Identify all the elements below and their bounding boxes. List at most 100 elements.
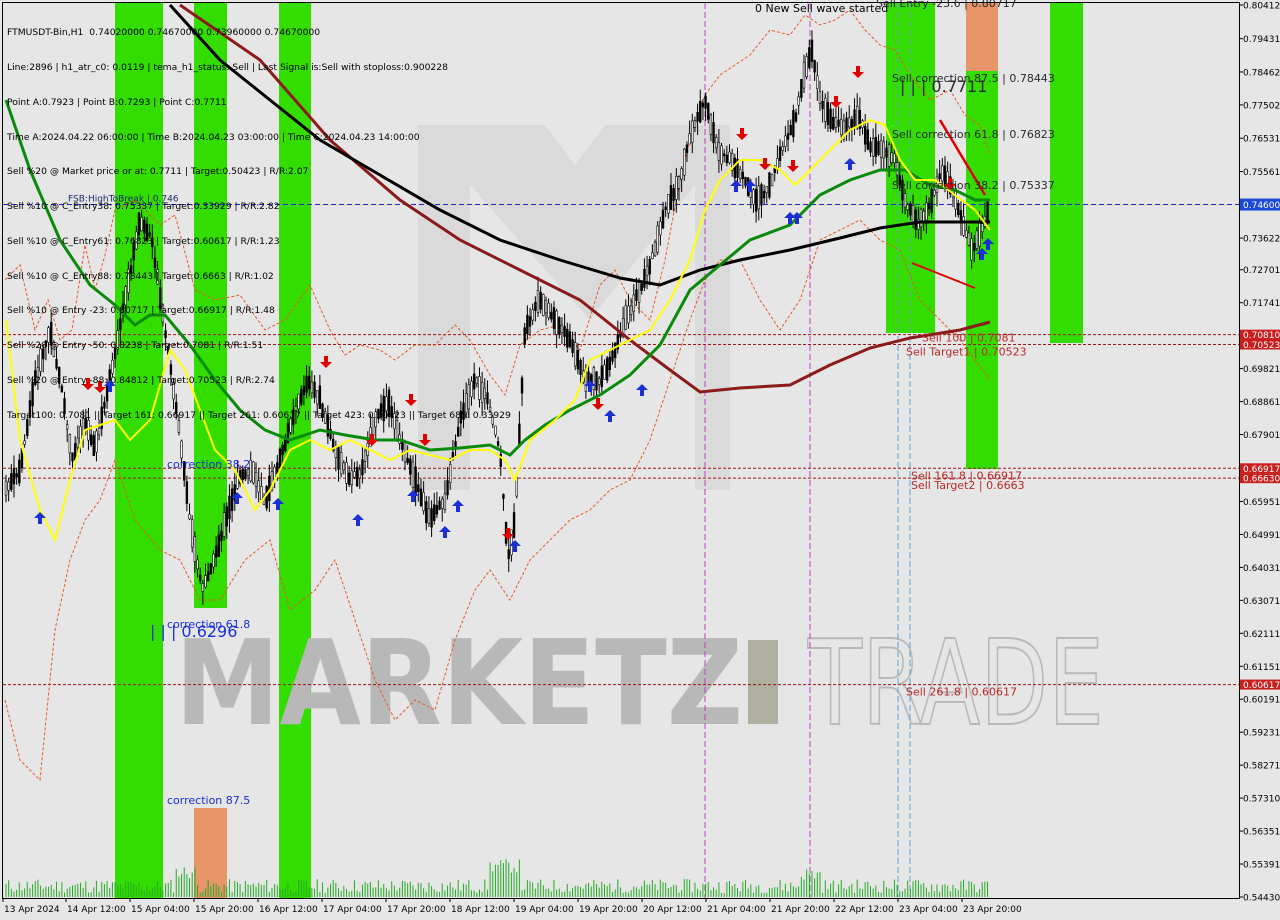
time-tick-label: 19 Apr 20:00 — [579, 905, 638, 915]
candle-body — [188, 513, 191, 520]
candle-body — [552, 307, 556, 329]
candle-body — [840, 119, 843, 136]
info-line: Sell %20 @ Entry -88: 0.84812 | Target:0… — [7, 375, 275, 386]
candle-body — [531, 309, 534, 321]
price-tick-label: 0.61151 — [1243, 663, 1280, 673]
candle-body — [592, 367, 596, 390]
candle-body — [645, 265, 649, 276]
sell-target2-label: Sell Target2 | 0.6663 — [911, 479, 1025, 492]
candle-body — [225, 506, 228, 527]
candle-body — [528, 316, 532, 327]
candle-body — [981, 223, 984, 233]
candle-body — [18, 459, 21, 484]
candle-body — [512, 512, 516, 538]
candle-body — [339, 452, 343, 475]
candle-body — [4, 480, 8, 496]
info-line: Time A:2024.04.22 06:00:00 | Time B:2024… — [7, 131, 420, 143]
candle-body — [196, 559, 199, 570]
candle-body — [260, 485, 263, 500]
candle-body — [568, 331, 572, 348]
sell-100-label: Sell 100 | 0.7081 — [922, 332, 1016, 345]
candle-body — [659, 221, 662, 236]
candle-body — [701, 102, 705, 108]
candle-body — [576, 350, 580, 370]
candle-body — [770, 173, 774, 187]
price-tick-label: 0.54430 — [1243, 894, 1280, 904]
candle-body — [675, 175, 678, 200]
candle-body — [808, 47, 811, 69]
candle-body — [664, 206, 667, 210]
candle-body — [741, 171, 745, 180]
candle-body — [555, 310, 558, 335]
candle-body — [350, 470, 353, 486]
candle-body — [71, 452, 74, 462]
candle-body — [558, 317, 561, 335]
time-tick-label: 23 Apr 04:00 — [899, 905, 958, 915]
price-tick-label: 0.57310 — [1243, 795, 1280, 805]
time-tick-label: 22 Apr 12:00 — [835, 905, 894, 915]
candle-body — [560, 324, 564, 334]
candle-body — [909, 203, 912, 216]
price-tick-label: 0.62111 — [1243, 630, 1280, 640]
candle-body — [965, 230, 968, 238]
candle-body — [962, 216, 965, 236]
candle-body — [613, 342, 617, 359]
candle-body — [523, 327, 526, 345]
watermark-divider — [748, 640, 778, 724]
candle-body — [446, 480, 449, 496]
candle-body — [204, 575, 207, 588]
candle-body — [411, 461, 415, 488]
candle-body — [829, 108, 832, 130]
candle-body — [704, 95, 707, 109]
candle-body — [978, 223, 981, 247]
candle-body — [345, 462, 348, 484]
candle-body — [818, 91, 822, 104]
candle-body — [789, 124, 792, 136]
level-price-label: 0.66630 — [1243, 475, 1280, 485]
price-tick-label: 0.69821 — [1243, 365, 1280, 375]
info-line: FTMUSDT-Bin,H1 0.74020000 0.74670000 0.7… — [7, 27, 321, 39]
info-line: Point A:0.7923 | Point B:0.7293 | Point … — [7, 96, 227, 108]
candle-body — [406, 458, 409, 464]
candle-body — [265, 486, 268, 509]
price-tick-label: 0.67901 — [1243, 431, 1280, 441]
price-tick-label: 0.59231 — [1243, 729, 1280, 739]
candle-body — [957, 202, 960, 215]
candle-body — [502, 494, 505, 499]
time-tick-label: 23 Apr 20:00 — [963, 905, 1022, 915]
candle-body — [438, 500, 441, 510]
info-line: Sell %10 @ C_Entry38: 0.75337 | Target:0… — [7, 201, 280, 213]
candle-body — [784, 135, 787, 148]
price-tick-label: 0.79431 — [1243, 35, 1280, 45]
candle-body — [191, 519, 194, 548]
candle-body — [597, 378, 601, 386]
candle-body — [539, 291, 542, 310]
candle-body — [7, 481, 10, 491]
candle-body — [792, 110, 795, 138]
candle-body — [281, 444, 284, 456]
info-line: Sell %20 @ Entry -50: 0.8238 | Target:0.… — [7, 340, 264, 352]
candle-body — [507, 549, 510, 560]
time-tick-label: 17 Apr 20:00 — [387, 905, 446, 915]
sell-entry-label: Sell Entry -23.6 | 0.80717 — [876, 0, 1017, 10]
candle-body — [10, 473, 13, 491]
candle-body — [427, 508, 431, 524]
candle-body — [534, 302, 537, 311]
price-tick-label: 0.73622 — [1243, 235, 1280, 245]
candle-body — [757, 185, 760, 210]
candle-body — [206, 571, 210, 582]
candle-body — [781, 145, 784, 151]
correction-875-label: correction 87.5 — [167, 794, 250, 807]
candle-body — [667, 193, 670, 214]
candle-body — [765, 186, 768, 194]
time-tick-label: 15 Apr 20:00 — [195, 905, 254, 915]
time-tick-label: 20 Apr 12:00 — [643, 905, 702, 915]
price-tick-label: 0.72701 — [1243, 266, 1280, 276]
candle-body — [927, 202, 931, 210]
candle-body — [212, 553, 215, 568]
sell-target1-label: Sell Target1 | 0.70523 — [906, 346, 1027, 359]
time-tick-label: 16 Apr 12:00 — [259, 905, 318, 915]
candle-body — [680, 168, 683, 180]
candle-body — [760, 184, 763, 206]
candle-body — [629, 305, 633, 315]
